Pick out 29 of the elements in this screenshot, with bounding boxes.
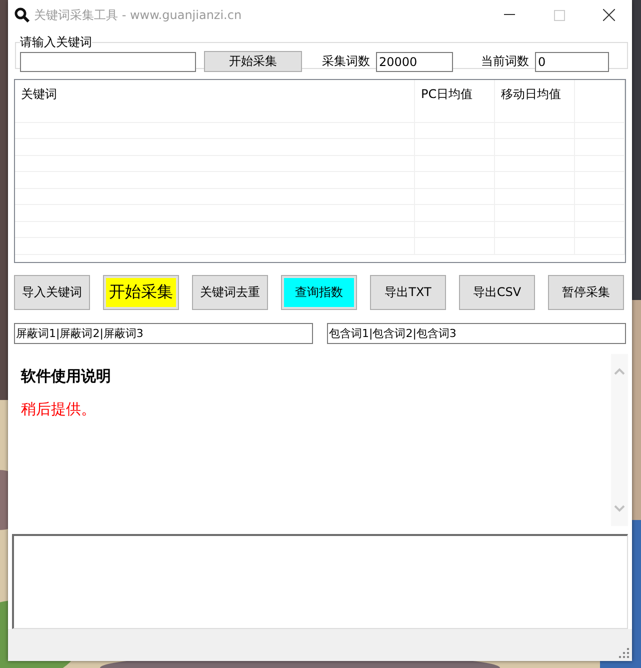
help-text: 稍后提供。 [21,400,97,419]
resize-grip-icon[interactable] [619,648,629,658]
count-field[interactable]: 20000 [376,52,453,72]
blocked-words-field[interactable]: 屏蔽词1|屏蔽词2|屏蔽词3 [14,323,313,344]
current-label: 当前词数 [481,53,529,70]
action-button[interactable]: 暂停采集 [548,275,624,310]
action-button[interactable]: 查询指数 [281,275,357,310]
column-header[interactable]: 移动日均值 [495,80,575,106]
action-button[interactable]: 导入关键词 [14,275,90,310]
action-button[interactable]: 导出TXT [370,275,446,310]
window-title: 关键词采集工具 - www.guanjianzi.cn [34,6,243,24]
column-header[interactable]: PC日均值 [415,80,495,106]
count-label: 采集词数 [322,53,370,70]
action-button[interactable]: 导出CSV [459,275,535,310]
scrollbar[interactable] [611,354,628,526]
help-title: 软件使用说明 [21,367,112,386]
close-icon[interactable] [603,9,615,21]
current-field[interactable]: 0 [535,52,609,72]
included-words-field[interactable]: 包含词1|包含词2|包含词3 [327,323,626,344]
log-field[interactable] [12,534,628,629]
start-button[interactable]: 开始采集 [204,51,302,72]
maximize-icon[interactable] [554,10,564,20]
group-legend: 请输入关键词 [20,34,92,51]
column-header[interactable]: 关键词 [15,80,415,106]
minimize-icon[interactable] [504,14,514,16]
magnifier-icon [14,7,30,23]
action-button[interactable]: 开始采集 [103,275,179,310]
action-button[interactable]: 关键词去重 [192,275,268,310]
keyword-input-field[interactable] [20,52,196,72]
